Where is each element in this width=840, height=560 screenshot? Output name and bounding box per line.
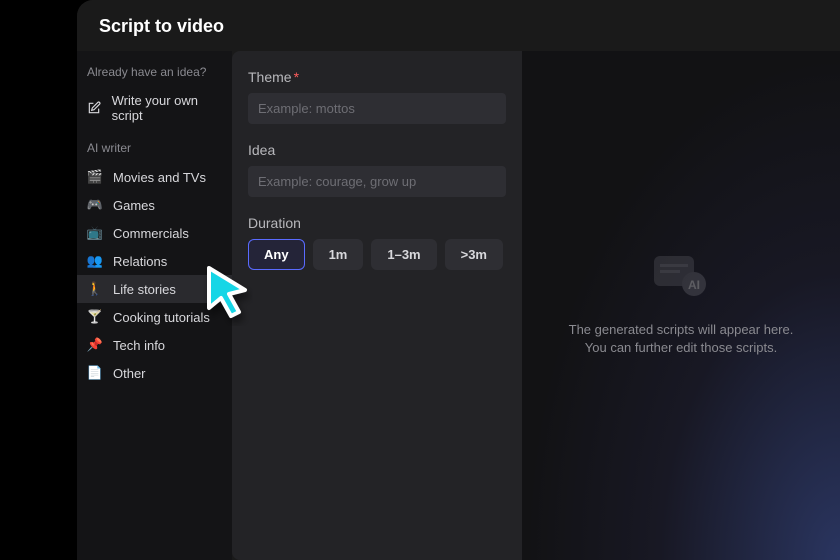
- sidebar-item-label: Games: [113, 198, 155, 213]
- cocktail-icon: 🍸: [87, 309, 103, 325]
- results-placeholder-text: The generated scripts will appear here. …: [562, 321, 800, 357]
- sidebar-item-other[interactable]: 📄 Other: [77, 359, 232, 387]
- sidebar-item-life-stories[interactable]: 🚶 Life stories: [77, 275, 232, 303]
- duration-gt3m-button[interactable]: >3m: [445, 239, 503, 270]
- sidebar-item-commercials[interactable]: 📺 Commercials: [77, 219, 232, 247]
- sidebar-item-cooking[interactable]: 🍸 Cooking tutorials: [77, 303, 232, 331]
- duration-label: Duration: [248, 215, 506, 231]
- tv-icon: 📺: [87, 225, 103, 241]
- title-bar: Script to video: [77, 0, 840, 51]
- duration-group: Any 1m 1–3m >3m: [248, 239, 506, 270]
- idea-input[interactable]: [248, 166, 506, 197]
- sidebar-item-label: Tech info: [113, 338, 165, 353]
- main-columns: Already have an idea? Write your own scr…: [77, 51, 840, 560]
- clapper-icon: 🎬: [87, 169, 103, 185]
- form-panel: Theme* Idea Duration Any 1m 1–3m >3m: [232, 51, 522, 560]
- theme-input[interactable]: [248, 93, 506, 124]
- sidebar-item-relations[interactable]: 👥 Relations: [77, 247, 232, 275]
- sidebar-item-label: Write your own script: [112, 93, 222, 123]
- sidebar-item-label: Other: [113, 366, 146, 381]
- sidebar-item-label: Life stories: [113, 282, 176, 297]
- pin-icon: 📌: [87, 337, 103, 353]
- sidebar-item-write-own[interactable]: Write your own script: [77, 87, 232, 129]
- sidebar-item-games[interactable]: 🎮 Games: [77, 191, 232, 219]
- duration-1-3m-button[interactable]: 1–3m: [371, 239, 436, 270]
- sidebar-item-label: Relations: [113, 254, 167, 269]
- sidebar-ai-writer-label: AI writer: [77, 137, 232, 163]
- gamepad-icon: 🎮: [87, 197, 103, 213]
- people-icon: 👥: [87, 253, 103, 269]
- required-mark: *: [294, 69, 299, 85]
- sidebar-item-tech[interactable]: 📌 Tech info: [77, 331, 232, 359]
- page-title: Script to video: [99, 16, 818, 37]
- svg-text:AI: AI: [688, 278, 700, 292]
- sidebar-item-label: Commercials: [113, 226, 189, 241]
- results-panel: AI The generated scripts will appear her…: [522, 51, 840, 560]
- script-ai-icon: AI: [654, 254, 708, 303]
- sidebar-idea-prompt: Already have an idea?: [77, 61, 232, 87]
- sidebar-item-label: Cooking tutorials: [113, 310, 210, 325]
- sidebar: Already have an idea? Write your own scr…: [77, 51, 232, 560]
- sidebar-item-label: Movies and TVs: [113, 170, 206, 185]
- app-window: Script to video Already have an idea? Wr…: [77, 0, 840, 560]
- duration-any-button[interactable]: Any: [248, 239, 305, 270]
- pencil-icon: [87, 100, 102, 116]
- idea-label: Idea: [248, 142, 506, 158]
- doc-icon: 📄: [87, 365, 103, 381]
- walk-icon: 🚶: [87, 281, 103, 297]
- duration-1m-button[interactable]: 1m: [313, 239, 364, 270]
- sidebar-item-movies[interactable]: 🎬 Movies and TVs: [77, 163, 232, 191]
- theme-label: Theme*: [248, 69, 506, 85]
